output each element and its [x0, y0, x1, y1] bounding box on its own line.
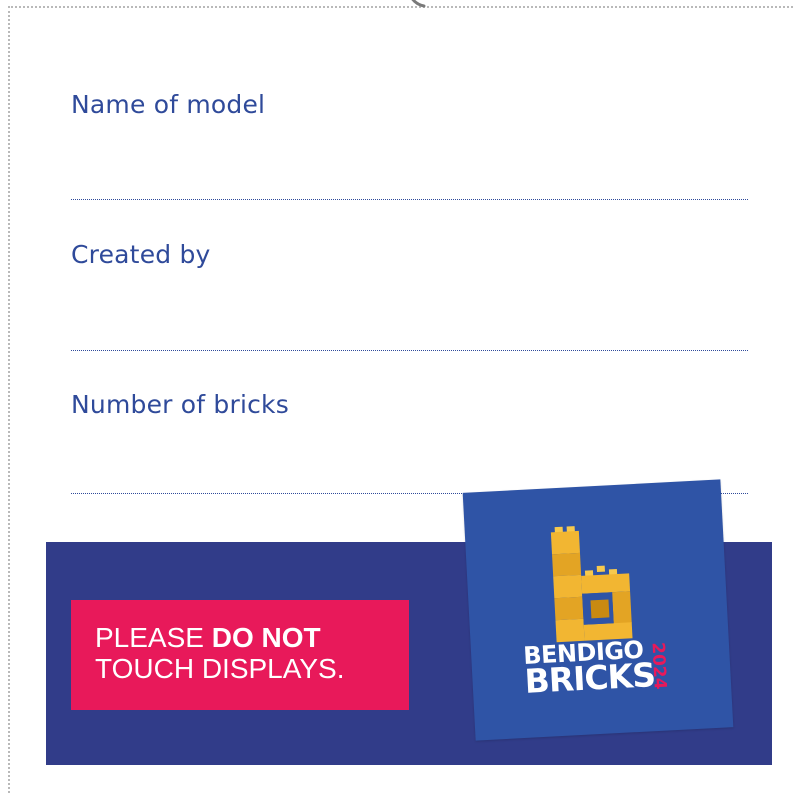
notice-line-1: PLEASE DO NOT — [95, 622, 385, 653]
notice-prefix: PLEASE — [95, 622, 212, 653]
model-name-writing-line — [71, 199, 748, 200]
cut-line-left — [8, 6, 10, 793]
notice-emphasis: DO NOT — [211, 622, 321, 653]
cut-line-top — [8, 6, 793, 8]
logo-year-text: 2024 — [647, 641, 671, 691]
logo-word-bricks: BRICKS — [523, 655, 656, 701]
model-name-label: Name of model — [71, 90, 266, 119]
logo-year: 2024 — [646, 634, 671, 697]
creator-label: Created by — [71, 240, 211, 269]
notice-rest: TOUCH DISPLAYS. — [95, 653, 345, 684]
brick-b-icon — [550, 526, 633, 643]
creator-writing-line — [71, 350, 748, 351]
do-not-touch-notice: PLEASE DO NOT TOUCH DISPLAYS. — [71, 600, 409, 710]
brick-count-label: Number of bricks — [71, 390, 289, 419]
bendigo-bricks-logo: BENDIGO BRICKS 2024 — [462, 479, 734, 741]
hanger-hook-icon — [411, 0, 426, 8]
